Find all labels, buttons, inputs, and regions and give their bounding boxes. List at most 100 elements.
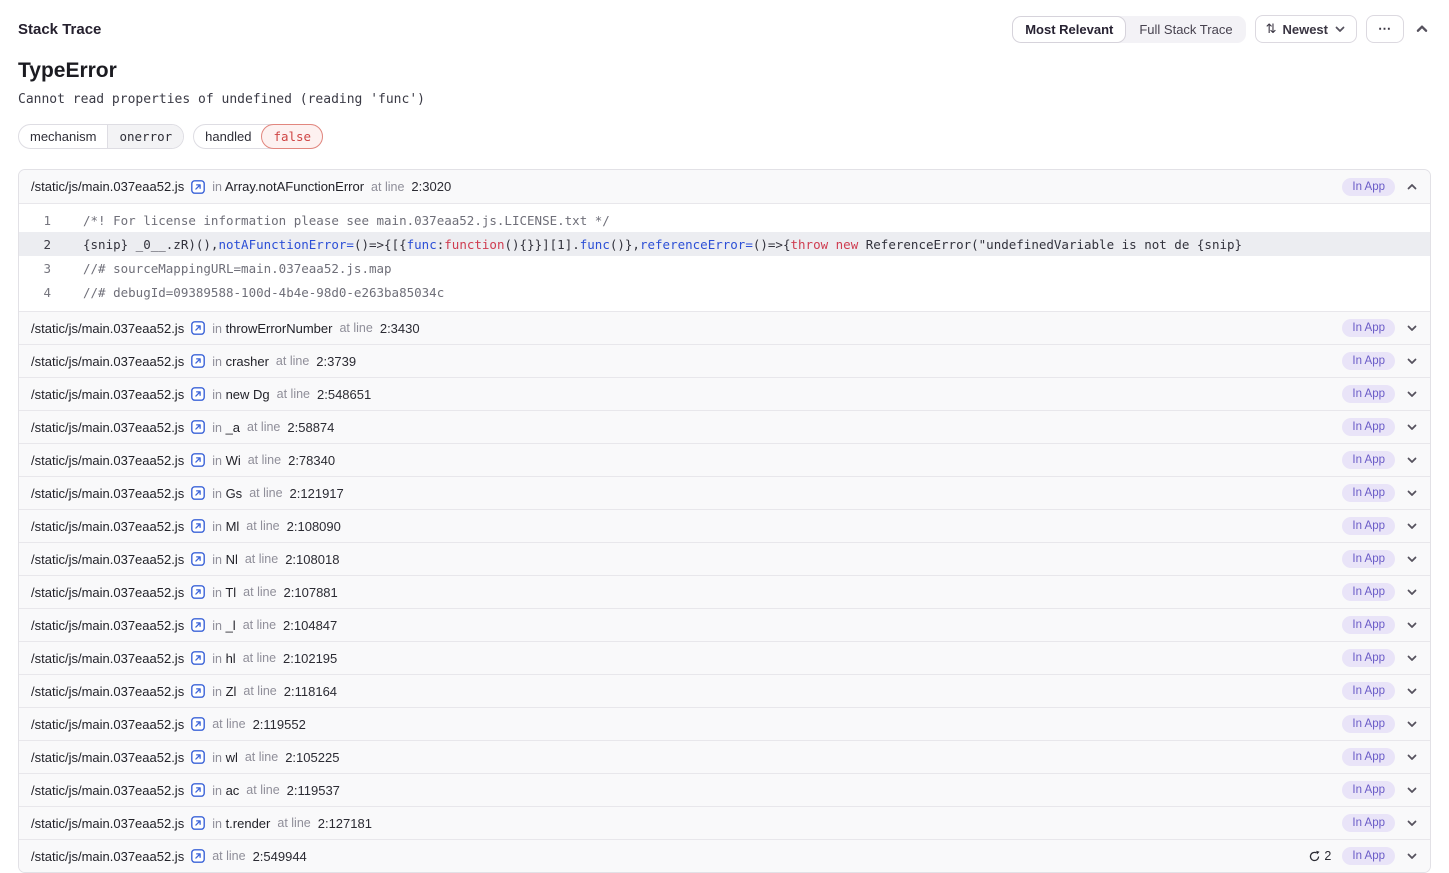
open-source-external-link-icon[interactable]	[191, 651, 205, 665]
frame-meta: In App	[1342, 583, 1418, 601]
stack-frame-row[interactable]: /static/js/main.037eaa52.js in Nl at lin…	[19, 542, 1430, 575]
chevron-down-icon[interactable]	[1406, 553, 1418, 565]
frame-in-label: in	[212, 388, 222, 402]
frame-summary: /static/js/main.037eaa52.js in Wi at lin…	[31, 453, 1342, 468]
stack-frame-row[interactable]: /static/js/main.037eaa52.js in Tl at lin…	[19, 575, 1430, 608]
frame-line: 2:549944	[253, 849, 307, 864]
stack-frame-row[interactable]: /static/js/main.037eaa52.js in crasher a…	[19, 344, 1430, 377]
frame-function-wrap: in _a	[212, 420, 240, 435]
code-token-keyword: function	[444, 237, 504, 252]
code-content: //# sourceMappingURL=main.037eaa52.js.ma…	[83, 261, 392, 276]
chevron-up-icon	[1415, 22, 1429, 36]
chevron-down-icon[interactable]	[1406, 784, 1418, 796]
toggle-most-relevant[interactable]: Most Relevant	[1012, 16, 1126, 43]
chevron-down-icon[interactable]	[1406, 751, 1418, 763]
frame-function: Ml	[226, 519, 240, 534]
in-app-badge: In App	[1342, 178, 1395, 196]
code-token-plain: {snip} _0__.zR)(),	[83, 237, 218, 252]
chevron-down-icon[interactable]	[1406, 652, 1418, 664]
frame-meta: In App	[1342, 484, 1418, 502]
stack-frame-row[interactable]: /static/js/main.037eaa52.js in Zl at lin…	[19, 674, 1430, 707]
stack-frame-row[interactable]: /static/js/main.037eaa52.js at line 2:11…	[19, 707, 1430, 740]
frame-line: 2:3430	[380, 321, 420, 336]
open-source-external-link-icon[interactable]	[191, 552, 205, 566]
stack-frame-row[interactable]: /static/js/main.037eaa52.js in wl at lin…	[19, 740, 1430, 773]
in-app-badge: In App	[1342, 682, 1395, 700]
code-token-plain: ()=>{[{	[354, 237, 407, 252]
chevron-down-icon[interactable]	[1406, 817, 1418, 829]
open-source-external-link-icon[interactable]	[191, 354, 205, 368]
frame-file: /static/js/main.037eaa52.js	[31, 783, 184, 798]
frame-summary: /static/js/main.037eaa52.js in Ml at lin…	[31, 519, 1342, 534]
chevron-down-icon[interactable]	[1406, 388, 1418, 400]
stack-frame-row[interactable]: /static/js/main.037eaa52.js in hl at lin…	[19, 641, 1430, 674]
tag-handled[interactable]: handled false	[193, 124, 323, 149]
open-source-external-link-icon[interactable]	[191, 387, 205, 401]
code-token-ident: func	[580, 237, 610, 252]
stack-frame-row[interactable]: /static/js/main.037eaa52.js in t.render …	[19, 806, 1430, 839]
frame-file: /static/js/main.037eaa52.js	[31, 387, 184, 402]
frame-at-line-label: at line	[245, 552, 278, 566]
code-token-plain: ()},	[610, 237, 640, 252]
open-source-external-link-icon[interactable]	[191, 849, 205, 863]
frame-line: 2:119552	[253, 717, 306, 732]
open-source-external-link-icon[interactable]	[191, 321, 205, 335]
frame-file: /static/js/main.037eaa52.js	[31, 849, 184, 864]
sort-label: Newest	[1282, 22, 1328, 37]
toggle-full-stack-trace[interactable]: Full Stack Trace	[1126, 16, 1245, 43]
chevron-down-icon[interactable]	[1406, 421, 1418, 433]
chevron-down-icon[interactable]	[1406, 685, 1418, 697]
stack-frame-row[interactable]: /static/js/main.037eaa52.js in _l at lin…	[19, 608, 1430, 641]
sort-button[interactable]: ⇅ Newest	[1255, 15, 1357, 43]
collapse-section-button[interactable]	[1413, 22, 1431, 36]
in-app-badge: In App	[1342, 715, 1395, 733]
chevron-down-icon[interactable]	[1406, 718, 1418, 730]
frame-file: /static/js/main.037eaa52.js	[31, 552, 184, 567]
stack-frame-row[interactable]: /static/js/main.037eaa52.js in Array.not…	[19, 170, 1430, 203]
frame-function: new Dg	[226, 387, 270, 402]
open-source-external-link-icon[interactable]	[191, 816, 205, 830]
chevron-down-icon[interactable]	[1406, 619, 1418, 631]
frame-in-label: in	[212, 355, 222, 369]
open-source-external-link-icon[interactable]	[191, 750, 205, 764]
chevron-down-icon[interactable]	[1406, 850, 1418, 862]
stack-frame-row[interactable]: /static/js/main.037eaa52.js in ac at lin…	[19, 773, 1430, 806]
stack-frame-row[interactable]: /static/js/main.037eaa52.js in Gs at lin…	[19, 476, 1430, 509]
stack-frame-row[interactable]: /static/js/main.037eaa52.js in Ml at lin…	[19, 509, 1430, 542]
chevron-up-icon[interactable]	[1406, 181, 1418, 193]
chevron-down-icon[interactable]	[1406, 520, 1418, 532]
open-source-external-link-icon[interactable]	[191, 783, 205, 797]
stack-frame-row[interactable]: /static/js/main.037eaa52.js in _a at lin…	[19, 410, 1430, 443]
tag-mechanism[interactable]: mechanism onerror	[18, 124, 184, 149]
open-source-external-link-icon[interactable]	[191, 585, 205, 599]
frame-in-label: in	[212, 619, 222, 633]
frame-repeats: 2	[1308, 849, 1331, 863]
open-source-external-link-icon[interactable]	[191, 684, 205, 698]
open-source-external-link-icon[interactable]	[191, 420, 205, 434]
code-content: //# debugId=09389588-100d-4b4e-98d0-e263…	[83, 285, 444, 300]
chevron-down-icon[interactable]	[1406, 454, 1418, 466]
open-source-external-link-icon[interactable]	[191, 453, 205, 467]
open-source-external-link-icon[interactable]	[191, 618, 205, 632]
frame-summary: /static/js/main.037eaa52.js in Tl at lin…	[31, 585, 1342, 600]
stack-frame-row[interactable]: /static/js/main.037eaa52.js in new Dg at…	[19, 377, 1430, 410]
open-source-external-link-icon[interactable]	[191, 486, 205, 500]
chevron-down-icon[interactable]	[1406, 355, 1418, 367]
chevron-down-icon[interactable]	[1406, 487, 1418, 499]
frame-at-line-label: at line	[371, 180, 404, 194]
line-number: 3	[19, 261, 83, 276]
stack-frame-row[interactable]: /static/js/main.037eaa52.js at line 2:54…	[19, 839, 1430, 872]
open-source-external-link-icon[interactable]	[191, 717, 205, 731]
frame-function-wrap: in Array.notAFunctionError	[212, 179, 364, 194]
frame-summary: /static/js/main.037eaa52.js in Nl at lin…	[31, 552, 1342, 567]
frame-function: wl	[226, 750, 238, 765]
chevron-down-icon[interactable]	[1406, 586, 1418, 598]
open-source-external-link-icon[interactable]	[191, 180, 205, 194]
repeat-icon	[1308, 850, 1321, 863]
stack-frame-row[interactable]: /static/js/main.037eaa52.js in Wi at lin…	[19, 443, 1430, 476]
more-options-button[interactable]: ⋯	[1366, 15, 1404, 43]
frame-meta: In App	[1342, 517, 1418, 535]
open-source-external-link-icon[interactable]	[191, 519, 205, 533]
chevron-down-icon[interactable]	[1406, 322, 1418, 334]
stack-frame-row[interactable]: /static/js/main.037eaa52.js in throwErro…	[19, 311, 1430, 344]
